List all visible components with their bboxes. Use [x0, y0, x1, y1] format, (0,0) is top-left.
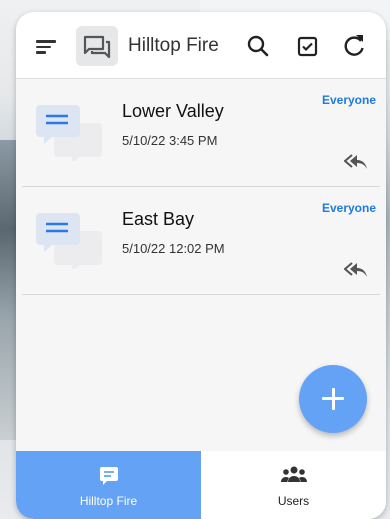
tab-label: Users	[277, 494, 310, 508]
menu-icon[interactable]	[36, 40, 56, 54]
audience-badge: Everyone	[321, 93, 376, 107]
users-icon	[280, 466, 307, 482]
message-row[interactable]: East Bay 5/10/22 12:02 PM Everyone	[22, 187, 380, 295]
app-bar: Hilltop Fire	[16, 12, 386, 79]
conversation-icon	[36, 101, 106, 164]
conversation-name: Lower Valley	[122, 101, 224, 121]
conversation-icon	[36, 209, 106, 272]
conversation-time: 5/10/22 12:02 PM	[122, 241, 225, 256]
tab-label: Hilltop Fire	[79, 494, 138, 508]
app-card: Hilltop Fire Lower Valley 5/10/22 3:45 P…	[16, 12, 386, 519]
audience-badge: Everyone	[321, 201, 376, 215]
conversation-name: East Bay	[122, 209, 195, 229]
search-icon[interactable]	[244, 32, 272, 60]
add-message-button[interactable]	[299, 365, 367, 433]
message-row[interactable]: Lower Valley 5/10/22 3:45 PM Everyone	[22, 79, 380, 187]
tab-users[interactable]: Users	[201, 451, 386, 519]
chat-icon[interactable]	[76, 26, 118, 66]
conversation-time: 5/10/22 3:45 PM	[122, 133, 218, 148]
app-title: Hilltop Fire	[128, 35, 219, 56]
checkbox-icon[interactable]	[294, 32, 322, 60]
bottom-nav: Hilltop Fire Users	[16, 451, 386, 519]
message-icon	[99, 467, 118, 485]
reply-all-icon[interactable]	[343, 153, 368, 171]
refresh-icon[interactable]	[340, 32, 368, 60]
tab-hilltop-fire[interactable]: Hilltop Fire	[16, 451, 201, 519]
reply-all-icon[interactable]	[343, 261, 368, 279]
message-list: Lower Valley 5/10/22 3:45 PM Everyone Ea…	[22, 79, 380, 295]
